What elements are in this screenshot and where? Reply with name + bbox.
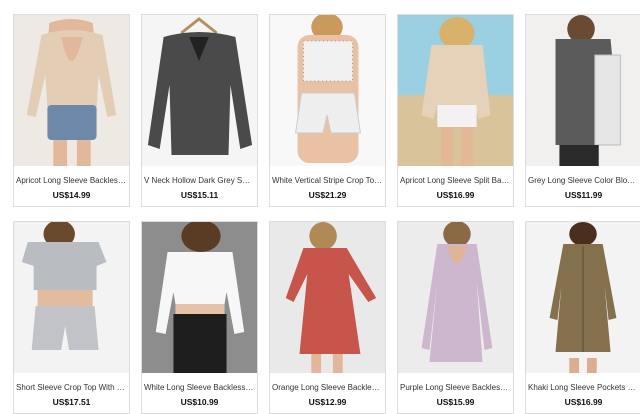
product-card[interactable]: Apricot Long Sleeve Backless T-Shirt US$… bbox=[13, 14, 130, 207]
model-leg bbox=[569, 358, 580, 373]
product-photo bbox=[398, 222, 513, 373]
product-photo bbox=[526, 222, 640, 373]
product-price: US$21.29 bbox=[308, 190, 347, 200]
product-image[interactable] bbox=[14, 15, 129, 166]
model-leg bbox=[311, 354, 322, 373]
garment-top bbox=[302, 40, 354, 82]
product-image[interactable] bbox=[142, 222, 257, 373]
product-card[interactable]: V Neck Hollow Dark Grey Sweater US$15.11 bbox=[141, 14, 258, 207]
product-image[interactable] bbox=[398, 222, 513, 373]
product-name[interactable]: Orange Long Sleeve Backless Casual Dress bbox=[270, 373, 385, 392]
product-photo bbox=[526, 15, 640, 166]
model-waist bbox=[175, 304, 225, 314]
model-leg bbox=[76, 140, 91, 166]
product-price: US$11.99 bbox=[564, 190, 603, 200]
product-price: US$16.99 bbox=[436, 190, 475, 200]
product-photo bbox=[14, 15, 129, 166]
garment-bottom bbox=[173, 314, 227, 373]
model-hair bbox=[443, 222, 471, 247]
product-card[interactable]: Apricot Long Sleeve Split Back T-Shirt U… bbox=[397, 14, 514, 207]
product-name[interactable]: Khaki Long Sleeve Pockets Dress bbox=[526, 373, 640, 392]
product-image[interactable] bbox=[270, 222, 385, 373]
product-photo bbox=[142, 15, 257, 166]
product-photo bbox=[142, 222, 257, 373]
product-card[interactable]: Purple Long Sleeve Backless Dress US$15.… bbox=[397, 221, 514, 414]
product-card[interactable]: Grey Long Sleeve Color Block Sweater US$… bbox=[525, 14, 640, 207]
product-name[interactable]: Short Sleeve Crop Top With Slim Shorts bbox=[14, 373, 129, 392]
model-hair bbox=[439, 17, 475, 49]
product-name[interactable]: Apricot Long Sleeve Backless T-Shirt bbox=[14, 166, 129, 185]
garment-top bbox=[21, 242, 107, 290]
product-photo bbox=[270, 15, 385, 166]
model-leg bbox=[441, 127, 454, 166]
product-card[interactable]: White Vertical Stripe Crop Top With Shor… bbox=[269, 14, 386, 207]
product-image[interactable] bbox=[14, 222, 129, 373]
model-leg bbox=[332, 354, 343, 373]
color-block-panel bbox=[594, 54, 621, 146]
product-price: US$16.99 bbox=[564, 397, 603, 407]
product-image[interactable] bbox=[270, 15, 385, 166]
product-price: US$15.99 bbox=[436, 397, 475, 407]
product-name[interactable]: White Long Sleeve Backless Crop Top bbox=[142, 373, 257, 392]
model-hair bbox=[569, 222, 597, 246]
model-waist bbox=[37, 290, 93, 306]
product-image[interactable] bbox=[526, 222, 640, 373]
product-photo bbox=[398, 15, 513, 166]
product-name[interactable]: V Neck Hollow Dark Grey Sweater bbox=[142, 166, 257, 185]
product-price: US$17.51 bbox=[52, 397, 91, 407]
product-card[interactable]: Short Sleeve Crop Top With Slim Shorts U… bbox=[13, 221, 130, 414]
product-card[interactable]: Orange Long Sleeve Backless Casual Dress… bbox=[269, 221, 386, 414]
model-leg bbox=[53, 140, 68, 166]
product-price: US$15.11 bbox=[180, 190, 219, 200]
product-grid: Apricot Long Sleeve Backless T-Shirt US$… bbox=[13, 14, 640, 414]
model-hair bbox=[309, 222, 337, 250]
model-leg bbox=[460, 127, 473, 166]
model-leg bbox=[586, 358, 597, 373]
product-price: US$12.99 bbox=[308, 397, 347, 407]
model-hair bbox=[567, 15, 595, 43]
product-price: US$14.99 bbox=[52, 190, 91, 200]
product-name[interactable]: White Vertical Stripe Crop Top With Shor… bbox=[270, 166, 385, 185]
product-photo bbox=[270, 222, 385, 373]
product-card[interactable]: White Long Sleeve Backless Crop Top US$1… bbox=[141, 221, 258, 414]
garment-bottom bbox=[559, 145, 599, 166]
garment-bottom bbox=[437, 105, 477, 127]
product-name[interactable]: Apricot Long Sleeve Split Back T-Shirt bbox=[398, 166, 513, 185]
product-card[interactable]: Khaki Long Sleeve Pockets Dress US$16.99 bbox=[525, 221, 640, 414]
product-image[interactable] bbox=[398, 15, 513, 166]
garment-bottom bbox=[47, 105, 97, 140]
product-name[interactable]: Grey Long Sleeve Color Block Sweater bbox=[526, 166, 640, 185]
product-photo bbox=[14, 222, 129, 373]
product-image[interactable] bbox=[526, 15, 640, 166]
product-image[interactable] bbox=[142, 15, 257, 166]
product-price: US$10.99 bbox=[180, 397, 219, 407]
product-name[interactable]: Purple Long Sleeve Backless Dress bbox=[398, 373, 513, 392]
